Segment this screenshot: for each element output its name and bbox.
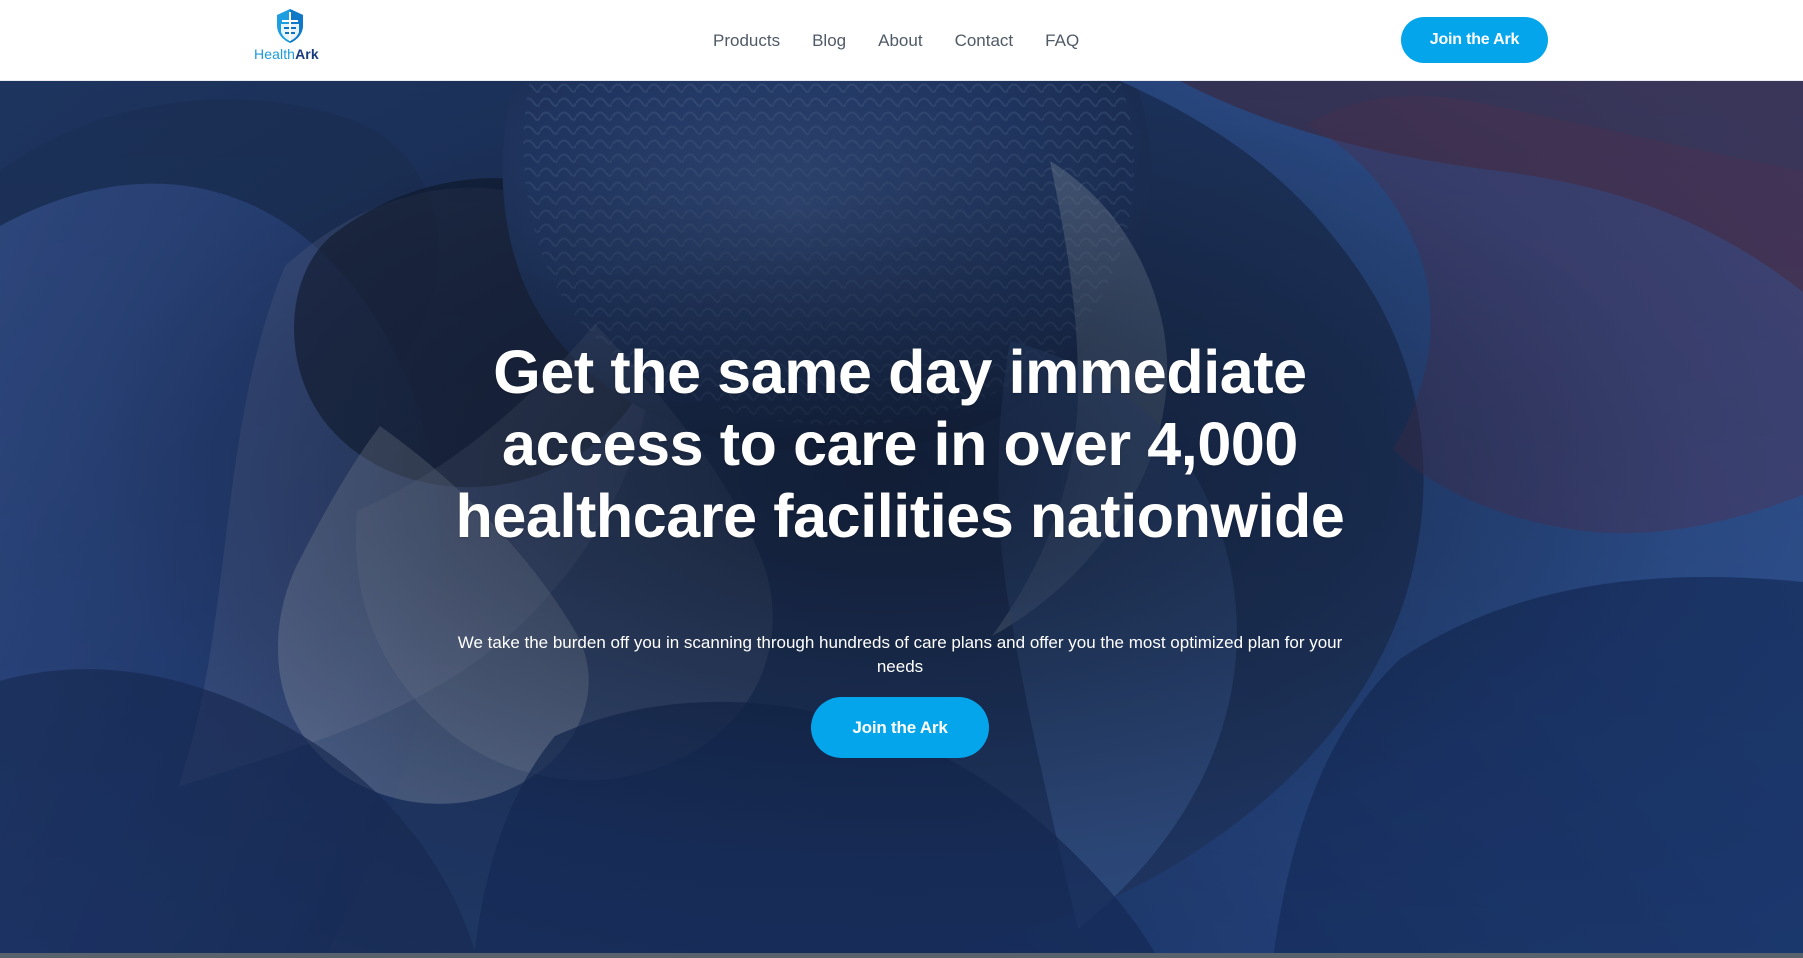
join-the-ark-header-button[interactable]: Join the Ark [1401, 17, 1548, 63]
hero-section: Get the same day immediate access to car… [0, 81, 1803, 958]
nav-blog-link[interactable]: Blog [812, 30, 846, 52]
join-the-ark-hero-button[interactable]: Join the Ark [811, 697, 989, 758]
nav-faq-link[interactable]: FAQ [1045, 30, 1079, 52]
hero-bottom-border [0, 953, 1803, 958]
hero-title: Get the same day immediate access to car… [455, 338, 1345, 550]
primary-navigation: Products Blog About Contact FAQ [713, 28, 1079, 53]
ark-shield-icon [277, 9, 303, 43]
healthark-logo[interactable]: HealthArk [251, 8, 329, 64]
nav-products-link[interactable]: Products [713, 30, 780, 52]
nav-contact-link[interactable]: Contact [955, 30, 1014, 52]
logo-health-text: Health [254, 46, 296, 62]
top-navigation: HealthArk Products Blog About Contact FA… [0, 0, 1803, 81]
logo-wordmark: HealthArk [254, 46, 319, 62]
hero-subtitle: We take the burden off you in scanning t… [457, 633, 1343, 676]
logo-ark-text: Ark [295, 46, 319, 62]
nav-about-link[interactable]: About [878, 30, 922, 52]
